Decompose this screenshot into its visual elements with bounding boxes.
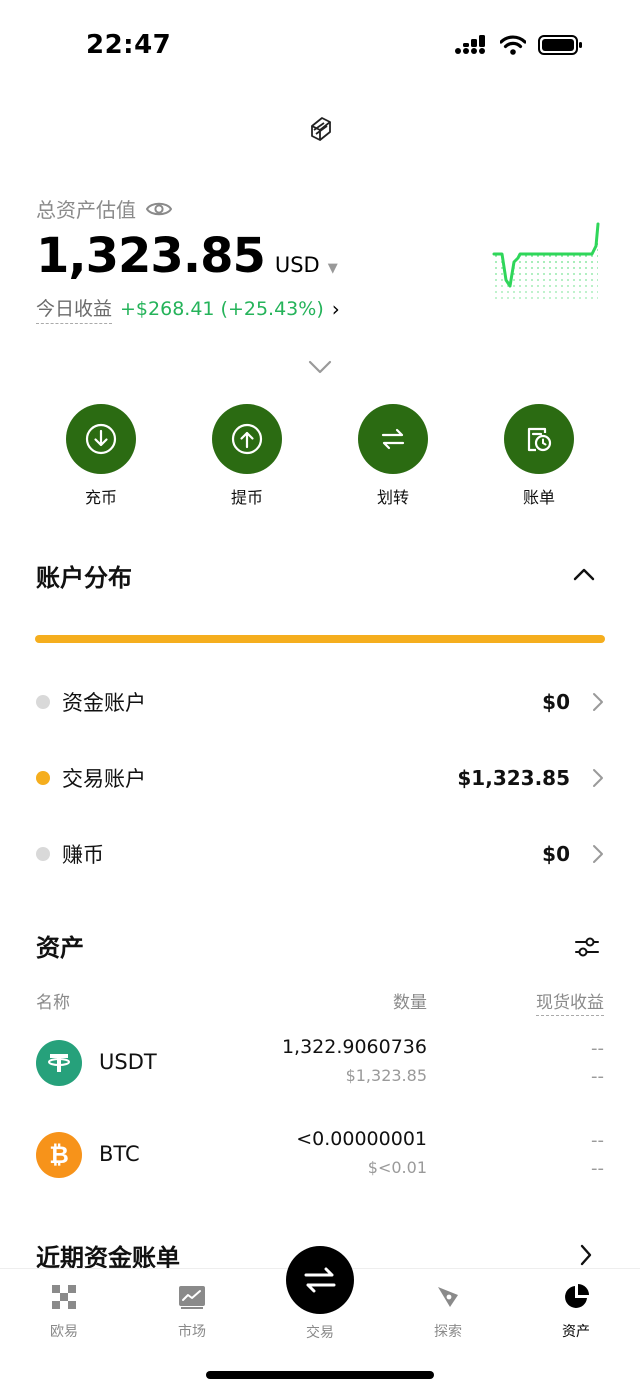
- tab-okx[interactable]: 欧易: [24, 1283, 104, 1341]
- asset-pnl-rate: --: [591, 1158, 604, 1179]
- total-assets-amount: 1,323.85: [36, 228, 266, 284]
- withdraw-icon: [212, 404, 282, 474]
- asset-quantity: 1,322.9060736: [281, 1036, 427, 1058]
- okx-logo-icon: [52, 1285, 76, 1309]
- asset-row-btc[interactable]: ₿ BTC <0.00000001 $<0.01 -- --: [36, 1128, 604, 1192]
- account-row-funding[interactable]: 资金账户 $0: [36, 682, 604, 722]
- chevron-right-icon[interactable]: [580, 1244, 592, 1266]
- sparkline-chart[interactable]: [488, 218, 606, 304]
- today-earnings-value: +$268.41 (+25.43%): [120, 298, 324, 320]
- account-distribution-title: 账户分布: [36, 564, 132, 592]
- deposit-label: 充币: [84, 488, 117, 507]
- tab-label: 欧易: [50, 1324, 78, 1340]
- deposit-icon: [66, 404, 136, 474]
- expand-chevron-icon[interactable]: [306, 358, 334, 376]
- column-header-spot-pnl[interactable]: 现货收益: [536, 988, 604, 1016]
- status-dot: [36, 771, 50, 785]
- transfer-icon: [358, 404, 428, 474]
- market-chart-icon: [179, 1286, 205, 1309]
- asset-row-usdt[interactable]: USDT 1,322.9060736 $1,323.85 -- --: [36, 1036, 604, 1100]
- status-dot: [36, 695, 50, 709]
- app-logo-icon[interactable]: [300, 110, 340, 150]
- tab-label: 探索: [434, 1324, 462, 1340]
- tab-label: 市场: [178, 1324, 206, 1340]
- transfer-label: 划转: [376, 488, 409, 507]
- distribution-bar: [35, 635, 605, 643]
- bill-icon: [504, 404, 574, 474]
- quick-actions: 充币 提币 划转 账单: [28, 404, 612, 508]
- account-amount: $0: [542, 690, 570, 714]
- asset-pnl-rate: --: [591, 1066, 604, 1087]
- total-assets-value: 1,323.85 USD ▼: [36, 228, 338, 284]
- account-row-earn[interactable]: 赚币 $0: [36, 834, 604, 874]
- account-name: 资金账户: [62, 691, 146, 715]
- trade-swap-icon: [304, 1267, 336, 1293]
- eye-icon[interactable]: [146, 200, 172, 218]
- account-amount: $1,323.85: [457, 766, 570, 790]
- total-assets-label: 总资产估值: [36, 194, 172, 223]
- tab-explore[interactable]: 探索: [408, 1283, 488, 1341]
- account-amount: $0: [542, 842, 570, 866]
- asset-symbol: USDT: [99, 1050, 157, 1074]
- asset-symbol: BTC: [99, 1142, 140, 1166]
- deposit-button[interactable]: 充币: [28, 404, 174, 508]
- cellular-signal-icon: [455, 35, 485, 54]
- caret-down-icon[interactable]: ▼: [328, 261, 338, 276]
- asset-quantity: <0.00000001: [296, 1128, 427, 1150]
- asset-usd-value: $1,323.85: [345, 1066, 427, 1085]
- currency-selector[interactable]: USD: [275, 253, 320, 277]
- today-earnings[interactable]: 今日收益 +$268.41 (+25.43%) ›: [36, 294, 340, 324]
- account-name: 赚币: [62, 843, 104, 867]
- account-name: 交易账户: [62, 767, 146, 791]
- total-assets-label-text: 总资产估值: [36, 198, 136, 222]
- bill-label: 账单: [522, 488, 555, 507]
- tab-assets[interactable]: 资产: [536, 1283, 616, 1341]
- status-dot: [36, 847, 50, 861]
- status-time: 22:47: [86, 30, 172, 60]
- transfer-button[interactable]: 划转: [320, 404, 466, 508]
- chevron-right-icon: ›: [331, 297, 340, 321]
- tab-market[interactable]: 市场: [152, 1283, 232, 1341]
- bill-button[interactable]: 账单: [466, 404, 612, 508]
- tab-label: 资产: [562, 1324, 590, 1340]
- battery-icon: [538, 35, 582, 55]
- wifi-icon: [500, 35, 526, 55]
- chevron-right-icon: [593, 693, 603, 711]
- column-header-name: 名称: [36, 993, 70, 1013]
- assets-pie-icon: [565, 1284, 589, 1308]
- withdraw-label: 提币: [230, 488, 263, 507]
- collapse-chevron-icon[interactable]: [572, 566, 596, 582]
- tab-label: 交易: [306, 1325, 334, 1341]
- btc-coin-icon: ₿: [36, 1132, 82, 1178]
- explore-compass-icon: [438, 1287, 458, 1307]
- chevron-right-icon: [593, 845, 603, 863]
- asset-pnl: --: [591, 1130, 604, 1151]
- status-icons: [454, 34, 584, 56]
- asset-pnl: --: [591, 1038, 604, 1059]
- filter-settings-icon[interactable]: [574, 934, 600, 960]
- account-row-trading[interactable]: 交易账户 $1,323.85: [36, 758, 604, 798]
- assets-title: 资产: [36, 934, 84, 962]
- withdraw-button[interactable]: 提币: [174, 404, 320, 508]
- today-earnings-label: 今日收益: [36, 294, 113, 324]
- chevron-right-icon: [593, 769, 603, 787]
- home-indicator[interactable]: [206, 1371, 434, 1379]
- usdt-coin-icon: [36, 1040, 82, 1086]
- column-header-quantity: 数量: [393, 993, 427, 1013]
- asset-usd-value: $<0.01: [367, 1158, 427, 1177]
- tab-trade[interactable]: [286, 1246, 354, 1314]
